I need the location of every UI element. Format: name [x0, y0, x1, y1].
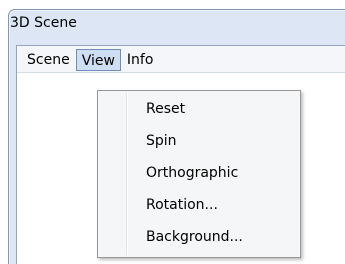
window-title: 3D Scene	[10, 15, 77, 31]
view-dropdown-menu: Reset Spin Orthographic Rotation... Back…	[97, 90, 301, 258]
menu-view[interactable]: View	[75, 48, 121, 71]
menu-item-reset[interactable]: Reset	[146, 100, 185, 118]
menu-bar: Scene View Info	[17, 46, 345, 73]
menu-scene[interactable]: Scene	[21, 49, 76, 71]
menu-item-rotation[interactable]: Rotation...	[146, 196, 218, 214]
menu-icon-gutter	[126, 93, 128, 255]
menu-item-spin[interactable]: Spin	[146, 132, 177, 150]
menu-item-background[interactable]: Background...	[146, 228, 243, 246]
menu-item-orthographic[interactable]: Orthographic	[146, 164, 238, 182]
menu-info[interactable]: Info	[121, 49, 160, 71]
